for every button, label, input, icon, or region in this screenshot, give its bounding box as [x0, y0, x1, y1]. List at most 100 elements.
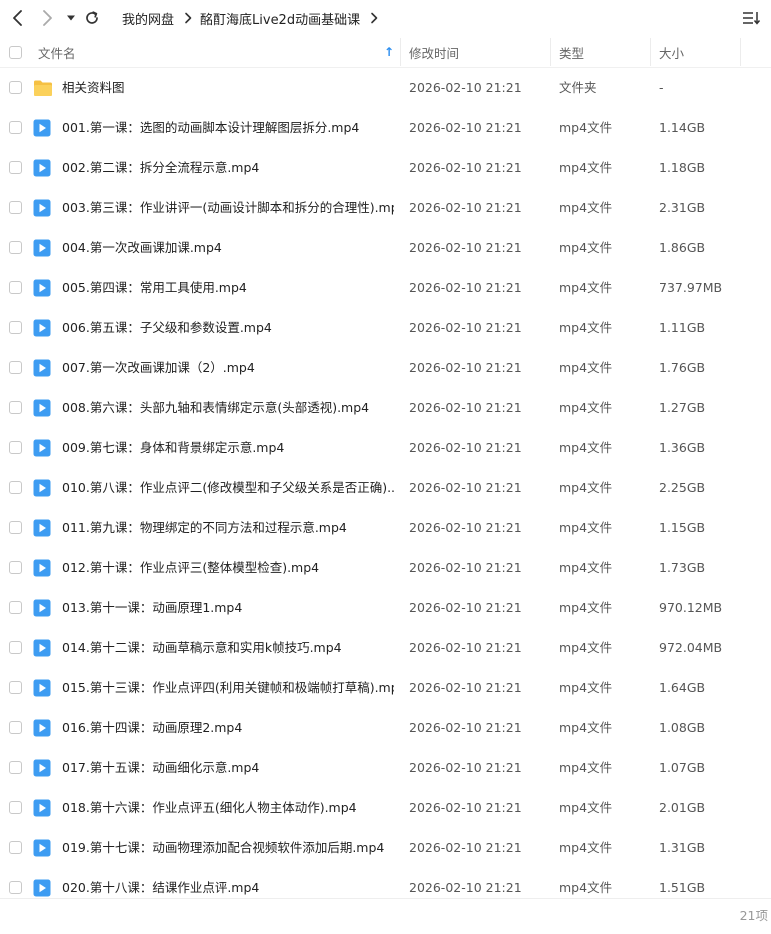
- file-modified-time: 2026-02-10 21:21: [409, 760, 522, 775]
- file-modified-time: 2026-02-10 21:21: [409, 200, 522, 215]
- row-checkbox[interactable]: [9, 681, 22, 694]
- table-row[interactable]: 003.第三课：作业讲评一(动画设计脚本和拆分的合理性).mp4 2026-02-…: [0, 188, 771, 228]
- row-checkbox[interactable]: [9, 161, 22, 174]
- file-name[interactable]: 012.第十课：作业点评三(整体模型检查).mp4: [62, 548, 394, 588]
- column-divider[interactable]: [400, 38, 401, 66]
- file-name[interactable]: 002.第二课：拆分全流程示意.mp4: [62, 148, 394, 188]
- file-name[interactable]: 018.第十六课：作业点评五(细化人物主体动作).mp4: [62, 788, 394, 828]
- row-checkbox[interactable]: [9, 201, 22, 214]
- column-header-name[interactable]: 文件名 ↑: [38, 36, 400, 68]
- forward-button[interactable]: [37, 8, 57, 28]
- row-checkbox[interactable]: [9, 761, 22, 774]
- row-checkbox[interactable]: [9, 241, 22, 254]
- row-checkbox[interactable]: [9, 281, 22, 294]
- table-row[interactable]: 017.第十五课：动画细化示意.mp4 2026-02-10 21:21 mp4文件…: [0, 748, 771, 788]
- video-file-icon: [33, 879, 51, 897]
- file-size: 2.31GB: [659, 200, 706, 215]
- table-row[interactable]: 015.第十三课：作业点评四(利用关键帧和极端帧打草稿).mp4 2026-02-…: [0, 668, 771, 708]
- file-name[interactable]: 016.第十四课：动画原理2.mp4: [62, 708, 394, 748]
- table-row[interactable]: 010.第八课：作业点评二(修改模型和子父级关系是否正确).... 2026-02…: [0, 468, 771, 508]
- file-name[interactable]: 008.第六课：头部九轴和表情绑定示意(头部透视).mp4: [62, 388, 394, 428]
- refresh-button[interactable]: [82, 8, 102, 28]
- back-button[interactable]: [8, 8, 28, 28]
- row-checkbox[interactable]: [9, 121, 22, 134]
- table-row[interactable]: 002.第二课：拆分全流程示意.mp4 2026-02-10 21:21 mp4文件…: [0, 148, 771, 188]
- table-row[interactable]: 013.第十一课：动画原理1.mp4 2026-02-10 21:21 mp4文件 9…: [0, 588, 771, 628]
- table-row[interactable]: 006.第五课：子父级和参数设置.mp4 2026-02-10 21:21 mp4文…: [0, 308, 771, 348]
- chevron-right-icon[interactable]: [370, 12, 378, 24]
- sort-list-icon: [743, 12, 761, 25]
- video-file-icon: [33, 639, 51, 657]
- sort-menu-button[interactable]: [741, 9, 761, 27]
- table-row[interactable]: 008.第六课：头部九轴和表情绑定示意(头部透视).mp4 2026-02-10 …: [0, 388, 771, 428]
- file-name[interactable]: 015.第十三课：作业点评四(利用关键帧和极端帧打草稿).mp4: [62, 668, 394, 708]
- file-size: 1.31GB: [659, 840, 706, 855]
- file-type: mp4文件: [559, 440, 613, 455]
- table-row[interactable]: 005.第四课：常用工具使用.mp4 2026-02-10 21:21 mp4文件 7…: [0, 268, 771, 308]
- video-file-icon: [33, 399, 51, 417]
- table-row[interactable]: 009.第七课：身体和背景绑定示意.mp4 2026-02-10 21:21 mp4…: [0, 428, 771, 468]
- row-checkbox[interactable]: [9, 641, 22, 654]
- row-checkbox[interactable]: [9, 561, 22, 574]
- row-checkbox[interactable]: [9, 521, 22, 534]
- file-name[interactable]: 009.第七课：身体和背景绑定示意.mp4: [62, 428, 394, 468]
- file-name[interactable]: 相关资料图: [62, 68, 394, 108]
- file-type: mp4文件: [559, 640, 613, 655]
- file-type: mp4文件: [559, 120, 613, 135]
- select-all-checkbox[interactable]: [9, 46, 22, 59]
- row-checkbox[interactable]: [9, 841, 22, 854]
- table-row[interactable]: 014.第十二课：动画草稿示意和实用k帧技巧.mp4 2026-02-10 21:…: [0, 628, 771, 668]
- table-row[interactable]: 011.第九课：物理绑定的不同方法和过程示意.mp4 2026-02-10 21:…: [0, 508, 771, 548]
- table-row[interactable]: 001.第一课：选图的动画脚本设计理解图层拆分.mp4 2026-02-10 21…: [0, 108, 771, 148]
- row-checkbox[interactable]: [9, 361, 22, 374]
- breadcrumb-item-current[interactable]: 酩酊海底Live2d动画基础课: [200, 9, 360, 28]
- row-checkbox[interactable]: [9, 801, 22, 814]
- table-row[interactable]: 012.第十课：作业点评三(整体模型检查).mp4 2026-02-10 21:2…: [0, 548, 771, 588]
- table-row[interactable]: 018.第十六课：作业点评五(细化人物主体动作).mp4 2026-02-10 2…: [0, 788, 771, 828]
- file-modified-time: 2026-02-10 21:21: [409, 800, 522, 815]
- file-name[interactable]: 007.第一次改画课加课（2）.mp4: [62, 348, 394, 388]
- table-row[interactable]: 相关资料图 2026-02-10 21:21 文件夹 -: [0, 68, 771, 108]
- column-header-size[interactable]: 大小: [659, 36, 684, 68]
- file-modified-time: 2026-02-10 21:21: [409, 720, 522, 735]
- file-name[interactable]: 019.第十七课：动画物理添加配合视频软件添加后期.mp4: [62, 828, 394, 868]
- file-modified-time: 2026-02-10 21:21: [409, 280, 522, 295]
- column-header-modified[interactable]: 修改时间: [409, 36, 459, 68]
- caret-down-icon: [67, 15, 75, 21]
- row-checkbox[interactable]: [9, 881, 22, 894]
- file-name[interactable]: 006.第五课：子父级和参数设置.mp4: [62, 308, 394, 348]
- file-name[interactable]: 003.第三课：作业讲评一(动画设计脚本和拆分的合理性).mp4: [62, 188, 394, 228]
- column-divider[interactable]: [550, 38, 551, 66]
- column-header-type[interactable]: 类型: [559, 36, 584, 68]
- file-name[interactable]: 017.第十五课：动画细化示意.mp4: [62, 748, 394, 788]
- column-header-type-label: 类型: [559, 45, 585, 61]
- row-checkbox[interactable]: [9, 601, 22, 614]
- file-name[interactable]: 014.第十二课：动画草稿示意和实用k帧技巧.mp4: [62, 628, 394, 668]
- file-name[interactable]: 001.第一课：选图的动画脚本设计理解图层拆分.mp4: [62, 108, 394, 148]
- breadcrumb-item-root[interactable]: 我的网盘: [122, 9, 174, 28]
- file-name[interactable]: 005.第四课：常用工具使用.mp4: [62, 268, 394, 308]
- row-checkbox[interactable]: [9, 441, 22, 454]
- history-dropdown-button[interactable]: [61, 8, 81, 28]
- file-modified-time: 2026-02-10 21:21: [409, 600, 522, 615]
- table-row[interactable]: 007.第一次改画课加课（2）.mp4 2026-02-10 21:21 mp4文件…: [0, 348, 771, 388]
- row-checkbox[interactable]: [9, 321, 22, 334]
- file-size: 972.04MB: [659, 640, 723, 655]
- column-divider[interactable]: [740, 38, 741, 66]
- row-checkbox[interactable]: [9, 721, 22, 734]
- file-size: -: [659, 80, 664, 95]
- chevron-right-icon: [184, 12, 192, 24]
- table-row[interactable]: 019.第十七课：动画物理添加配合视频软件添加后期.mp4 2026-02-10 …: [0, 828, 771, 868]
- table-row[interactable]: 004.第一次改画课加课.mp4 2026-02-10 21:21 mp4文件 1.8…: [0, 228, 771, 268]
- file-name[interactable]: 004.第一次改画课加课.mp4: [62, 228, 394, 268]
- file-name[interactable]: 013.第十一课：动画原理1.mp4: [62, 588, 394, 628]
- video-file-icon: [33, 479, 51, 497]
- column-divider[interactable]: [650, 38, 651, 66]
- file-size: 970.12MB: [659, 600, 723, 615]
- file-name[interactable]: 010.第八课：作业点评二(修改模型和子父级关系是否正确)....: [62, 468, 394, 508]
- row-checkbox[interactable]: [9, 401, 22, 414]
- file-name[interactable]: 011.第九课：物理绑定的不同方法和过程示意.mp4: [62, 508, 394, 548]
- row-checkbox[interactable]: [9, 81, 22, 94]
- table-row[interactable]: 016.第十四课：动画原理2.mp4 2026-02-10 21:21 mp4文件 1…: [0, 708, 771, 748]
- row-checkbox[interactable]: [9, 481, 22, 494]
